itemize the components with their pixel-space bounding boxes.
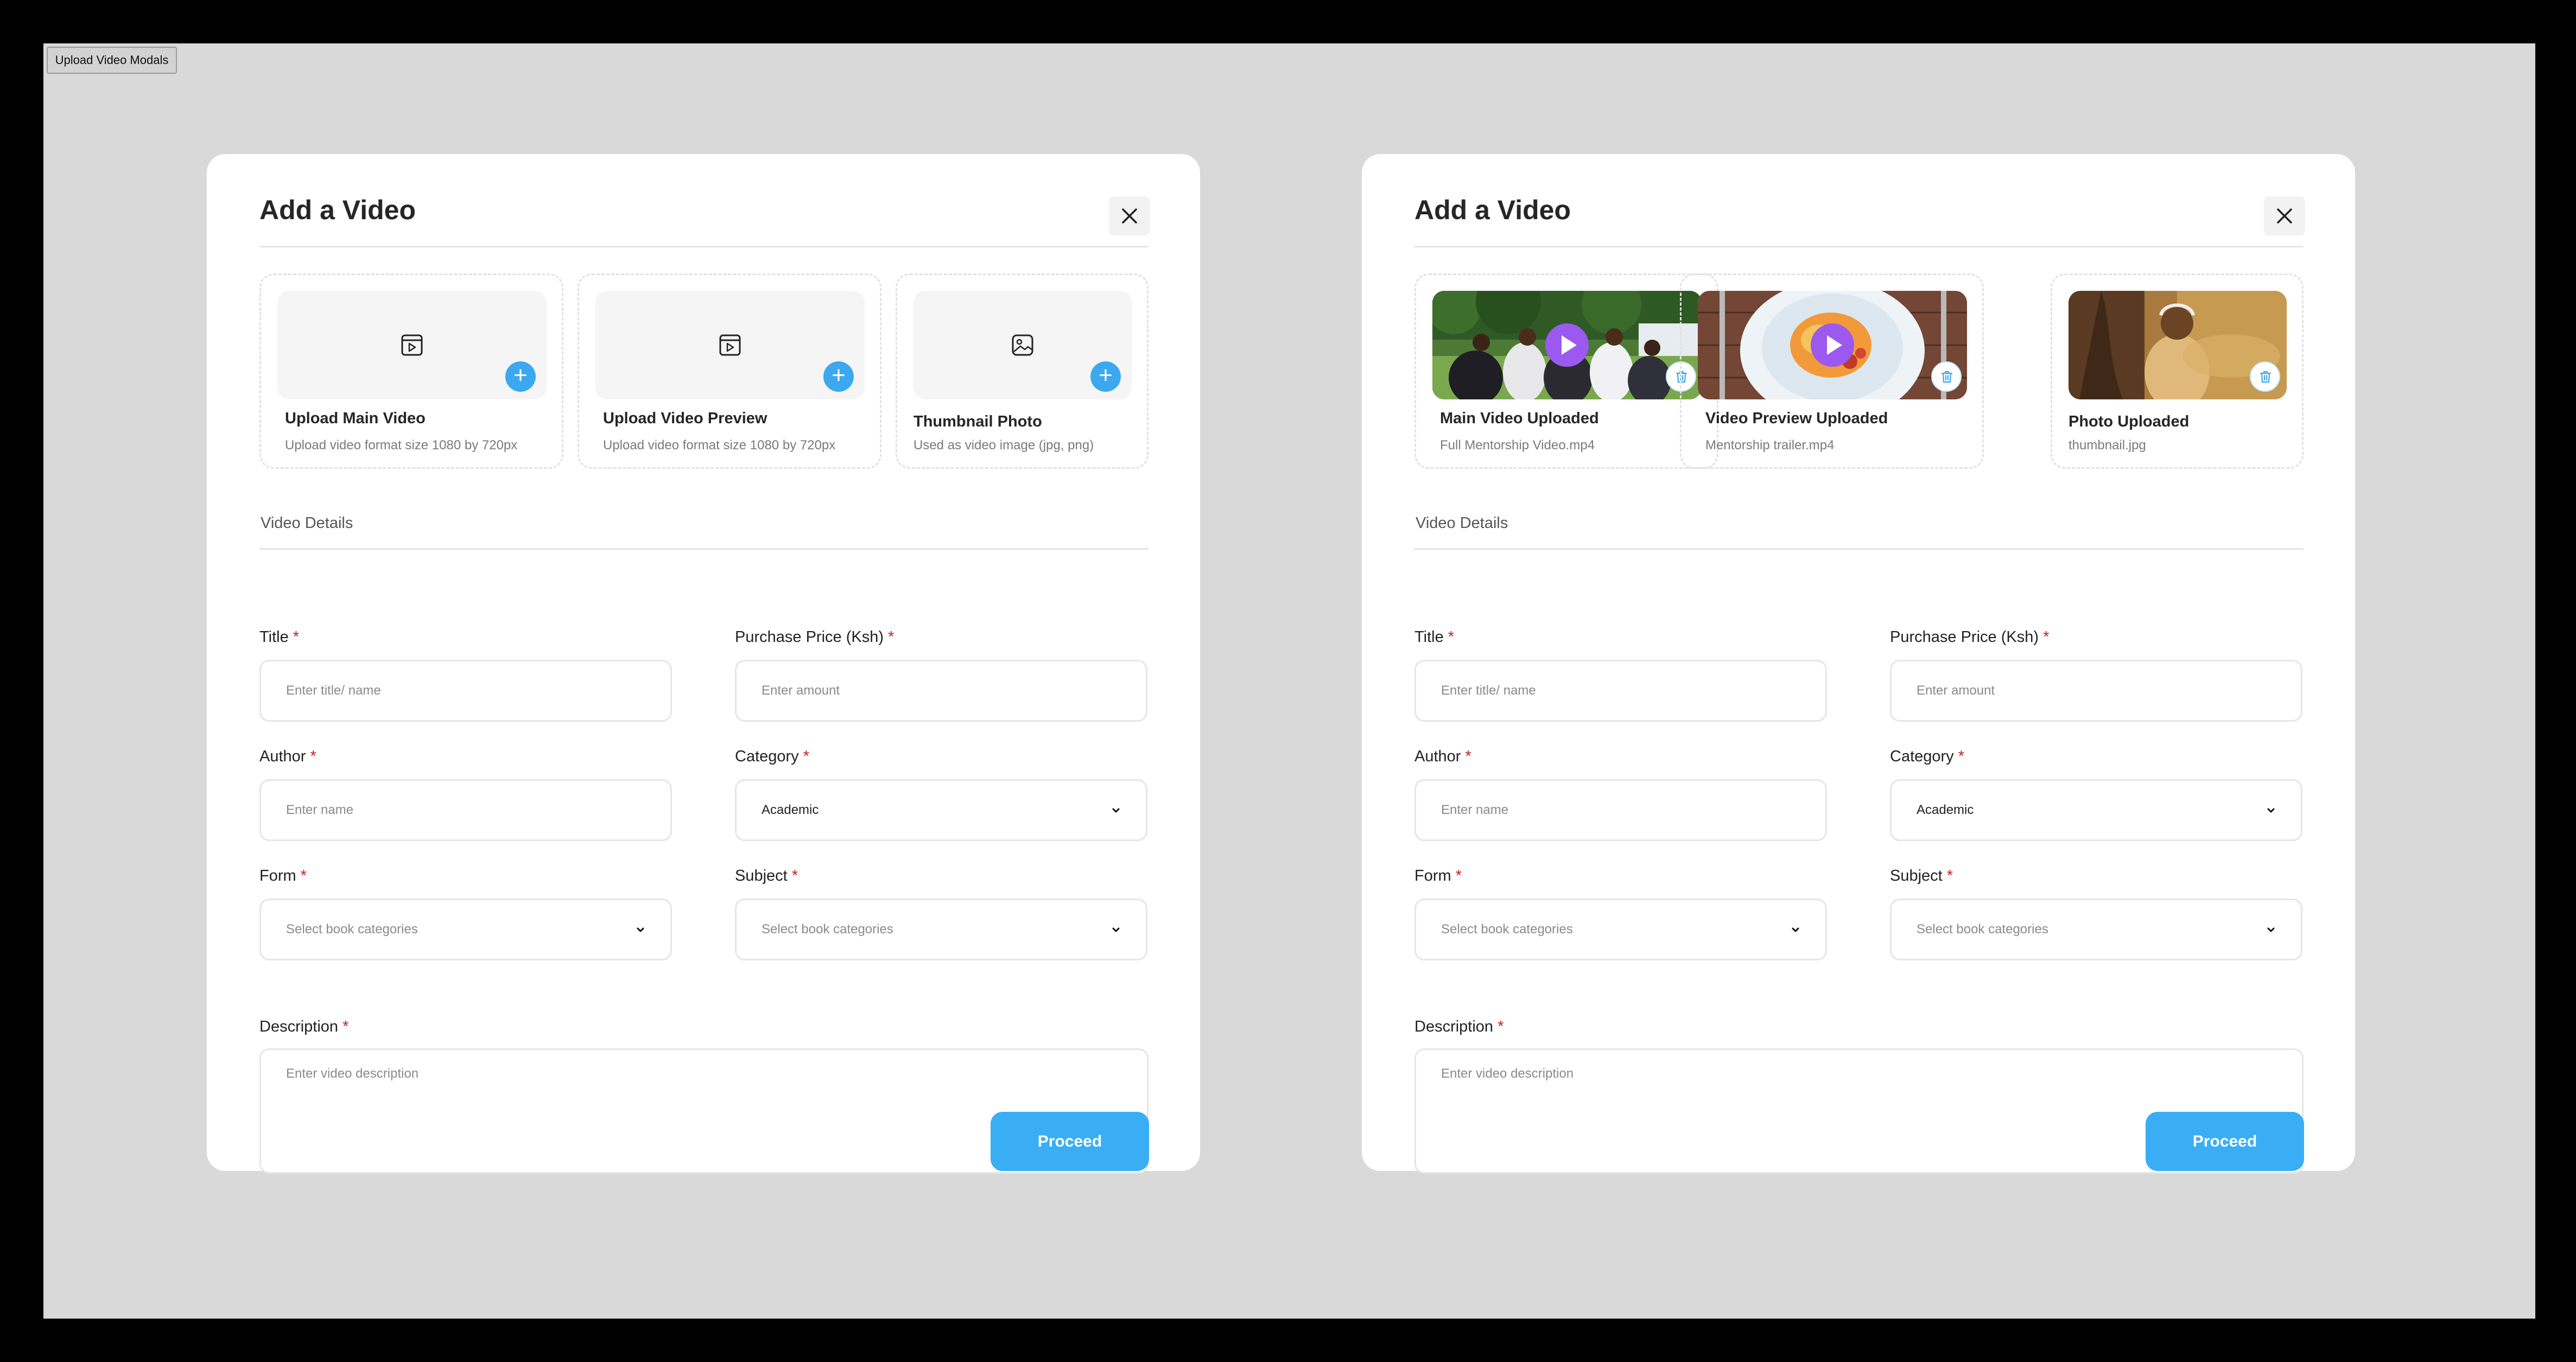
add-video-modal-empty: Add a Video + Upload Main Video Upload v… (207, 154, 1200, 1174)
video-preview-uploaded-card[interactable]: Video Preview Uploaded Mentorship traile… (1680, 273, 1984, 469)
upload-dropzone[interactable]: + (595, 291, 865, 399)
card-subtitle: Upload video format size 1080 by 720px (603, 438, 836, 453)
proceed-button[interactable]: Proceed (991, 1112, 1149, 1171)
form-placeholder: Select book categories (1441, 922, 1573, 937)
add-plus-icon[interactable]: + (505, 361, 536, 392)
section-label: Video Details (261, 514, 353, 532)
chevron-down-icon (637, 927, 644, 932)
upload-main-video-card[interactable]: + Upload Main Video Upload video format … (259, 273, 563, 469)
chevron-down-icon (1112, 808, 1120, 813)
modal-title: Add a Video (259, 195, 416, 225)
title-label: Title * (1414, 628, 1455, 646)
design-canvas: Upload Video Modals Add a Video + Upload… (43, 43, 2535, 1319)
category-select[interactable]: Academic (735, 779, 1147, 841)
subject-label: Subject * (1890, 867, 1953, 884)
form-select[interactable]: Select book categories (259, 899, 672, 960)
category-label: Category * (1890, 748, 1965, 765)
header-divider (1414, 246, 2304, 247)
card-subtitle: Full Mentorship Video.mp4 (1440, 438, 1595, 453)
add-video-modal-uploaded: Add a Video Main Video Uploaded Full Men… (1362, 154, 2355, 1174)
chevron-down-icon (1112, 927, 1120, 932)
price-input[interactable]: Enter amount (1890, 660, 2302, 722)
play-icon[interactable] (1811, 323, 1854, 367)
card-subtitle: Mentorship trailer.mp4 (1705, 438, 1835, 453)
subject-placeholder: Select book categories (762, 922, 893, 937)
section-label: Video Details (1416, 514, 1508, 532)
card-title: Upload Main Video (285, 410, 426, 427)
add-plus-icon[interactable]: + (1090, 361, 1121, 392)
form-label: Form * (1414, 867, 1462, 884)
section-divider (259, 548, 1149, 550)
price-label: Purchase Price (Ksh) * (1890, 628, 2050, 646)
main-video-uploaded-card[interactable]: Main Video Uploaded Full Mentorship Vide… (1414, 273, 1718, 469)
chevron-down-icon (2267, 927, 2275, 932)
card-title: Thumbnail Photo (913, 413, 1042, 430)
delete-button[interactable] (1931, 361, 1962, 392)
photo-uploaded-card[interactable]: Photo Uploaded thumbnail.jpg (2051, 273, 2304, 469)
subject-select[interactable]: Select book categories (735, 899, 1147, 960)
video-thumbnail[interactable] (1698, 291, 1967, 399)
video-thumbnail[interactable] (1432, 291, 1702, 399)
image-icon (1012, 334, 1033, 356)
form-label: Form * (259, 867, 307, 884)
title-input[interactable]: Enter title/ name (259, 660, 672, 722)
close-icon (2277, 208, 2292, 224)
title-label: Title * (259, 628, 300, 646)
form-placeholder: Select book categories (286, 922, 418, 937)
card-subtitle: thumbnail.jpg (2069, 438, 2146, 453)
frame-label[interactable]: Upload Video Modals (47, 47, 177, 74)
upload-dropzone[interactable]: + (277, 291, 547, 399)
card-subtitle: Used as video image (jpg, png) (913, 438, 1094, 453)
category-select[interactable]: Academic (1890, 779, 2302, 841)
description-label: Description * (259, 1018, 349, 1035)
author-input[interactable]: Enter name (259, 779, 672, 841)
author-label: Author * (259, 748, 316, 765)
trash-icon (2260, 371, 2272, 383)
subject-label: Subject * (735, 867, 798, 884)
play-icon[interactable] (1545, 323, 1589, 367)
form-select[interactable]: Select book categories (1414, 899, 1827, 960)
card-title: Video Preview Uploaded (1705, 410, 1888, 427)
upload-video-preview-card[interactable]: + Upload Video Preview Upload video form… (578, 273, 881, 469)
trash-icon (1941, 371, 1953, 383)
card-subtitle: Upload video format size 1080 by 720px (285, 438, 518, 453)
video-file-icon (401, 334, 423, 356)
title-input[interactable]: Enter title/ name (1414, 660, 1827, 722)
close-icon (1122, 208, 1137, 224)
price-input[interactable]: Enter amount (735, 660, 1147, 722)
card-title: Main Video Uploaded (1440, 410, 1599, 427)
modal-title: Add a Video (1414, 195, 1571, 225)
upload-dropzone[interactable]: + (913, 291, 1132, 399)
add-plus-icon[interactable]: + (823, 361, 854, 392)
proceed-button[interactable]: Proceed (2146, 1112, 2304, 1171)
price-label: Purchase Price (Ksh) * (735, 628, 894, 646)
thumbnail-photo-card[interactable]: + Thumbnail Photo Used as video image (j… (896, 273, 1149, 469)
category-value: Academic (762, 803, 819, 817)
section-divider (1414, 548, 2304, 550)
card-title: Photo Uploaded (2069, 413, 2190, 430)
chevron-down-icon (1792, 927, 1799, 932)
subject-select[interactable]: Select book categories (1890, 899, 2302, 960)
delete-button[interactable] (2250, 361, 2280, 392)
header-divider (259, 246, 1149, 247)
close-button[interactable] (1109, 196, 1150, 236)
description-label: Description * (1414, 1018, 1504, 1035)
chevron-down-icon (2267, 808, 2275, 813)
category-value: Academic (1917, 803, 1974, 817)
author-label: Author * (1414, 748, 1471, 765)
author-input[interactable]: Enter name (1414, 779, 1827, 841)
card-title: Upload Video Preview (603, 410, 767, 427)
subject-placeholder: Select book categories (1917, 922, 2048, 937)
photo-thumbnail[interactable] (2069, 291, 2287, 399)
video-file-icon (719, 334, 741, 356)
category-label: Category * (735, 748, 810, 765)
close-button[interactable] (2264, 196, 2305, 236)
